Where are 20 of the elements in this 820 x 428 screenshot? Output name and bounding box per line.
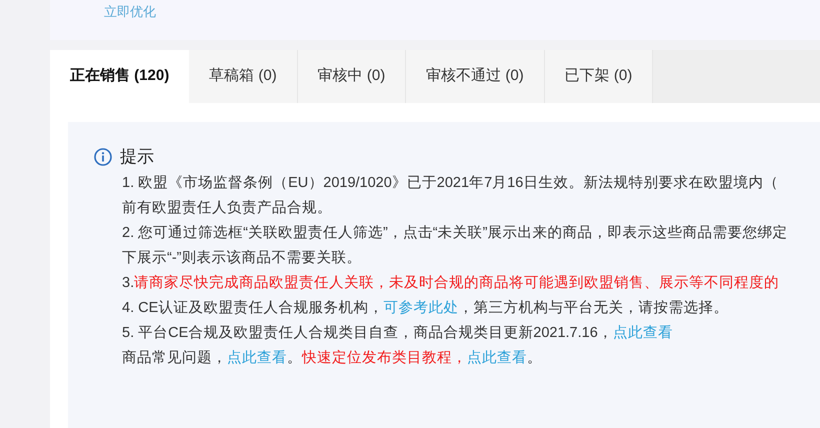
notice-text: 。 [287,349,302,368]
notice-text: 1. 欧盟《市场监督条例（EU）2019/1020》已于2021年7月16日生效。新法规特别要求在欧盟境内（ [122,174,778,194]
notice-text: 4. CE认证及欧盟责任人合规服务机构， [122,299,384,318]
tab[interactable]: 审核不通过 (0) [406,50,545,103]
notice-text: 2. 您可通过筛选框“关联欧盟责任人筛选”，点击“未关联”展示出来的商品，即表示这些商品需要您绑定 [122,224,788,244]
tab[interactable]: 已下架 (0) [544,50,654,103]
notice-text: 商品常见问题， [122,348,227,368]
notice-text: 前有欧盟责任人负责产品合规。 [122,199,332,218]
tab[interactable]: 正在销售 (120) [50,50,190,103]
warning-text: 请商家尽快完成商品欧盟责任人关联，未及时合规的商品将可能遇到欧盟销售、展示等不同程度的 [134,274,780,294]
notice-text: 3. [122,274,134,294]
info-icon [94,148,112,166]
tab[interactable]: 草稿箱 (0) [189,50,298,103]
tab[interactable]: 审核中 (0) [298,50,406,103]
notice-text: 。 [527,349,542,368]
warning-text: 快速定位发布类目教程， [302,348,467,368]
notice-text: ，第三方机构与平台无关，请按需选择。 [458,298,728,318]
notice-text: 5. 平台CE合规及欧盟责任人合规类目自查，商品合规类目更新2021.7.16， [122,324,613,344]
notice-text: 下展示“-”则表示该商品不需要关联。 [122,248,362,268]
notice-title: 提示 [120,146,154,168]
